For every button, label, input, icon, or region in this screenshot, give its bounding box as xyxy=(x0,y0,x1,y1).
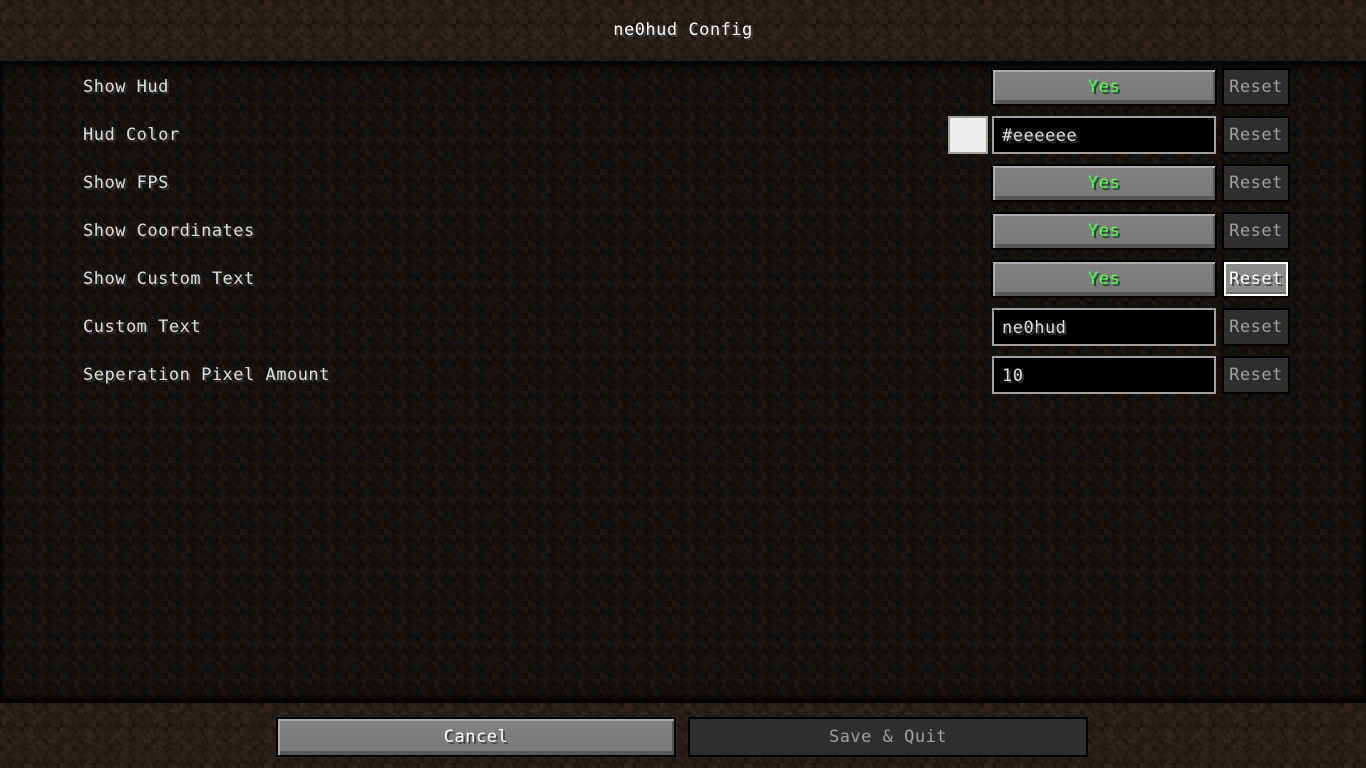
options-list[interactable]: Show Hud Yes Reset Hud Color #eeeeee Res… xyxy=(0,61,1366,703)
separation-pixel-amount-reset-button[interactable]: Reset xyxy=(1222,356,1290,394)
show-custom-text-toggle[interactable]: Yes xyxy=(991,260,1217,298)
option-row-separation-pixel-amount: Seperation Pixel Amount 10 Reset xyxy=(0,355,1366,395)
option-row-custom-text: Custom Text ne0hud Reset xyxy=(0,307,1366,347)
separation-pixel-amount-input[interactable]: 10 xyxy=(992,356,1216,394)
show-fps-reset-button[interactable]: Reset xyxy=(1222,164,1290,202)
option-label: Show Custom Text xyxy=(83,269,255,289)
show-custom-text-reset-button[interactable]: Reset xyxy=(1222,260,1290,298)
hud-color-reset-button[interactable]: Reset xyxy=(1222,116,1290,154)
option-label: Show FPS xyxy=(83,173,169,193)
option-label: Seperation Pixel Amount xyxy=(83,365,330,385)
show-fps-toggle[interactable]: Yes xyxy=(991,164,1217,202)
color-swatch xyxy=(948,116,988,154)
footer-bar: Cancel Save & Quit xyxy=(0,703,1366,768)
page-title: ne0hud Config xyxy=(613,20,753,40)
custom-text-reset-button[interactable]: Reset xyxy=(1222,308,1290,346)
header-bar: ne0hud Config xyxy=(0,0,1366,61)
option-row-show-hud: Show Hud Yes Reset xyxy=(0,67,1366,107)
show-hud-toggle[interactable]: Yes xyxy=(991,68,1217,106)
option-label: Hud Color xyxy=(83,125,180,145)
option-label: Show Hud xyxy=(83,77,169,97)
show-coordinates-reset-button[interactable]: Reset xyxy=(1222,212,1290,250)
show-coordinates-toggle[interactable]: Yes xyxy=(991,212,1217,250)
option-row-hud-color: Hud Color #eeeeee Reset xyxy=(0,115,1366,155)
save-and-quit-button[interactable]: Save & Quit xyxy=(688,717,1088,757)
show-hud-reset-button[interactable]: Reset xyxy=(1222,68,1290,106)
option-label: Show Coordinates xyxy=(83,221,255,241)
cancel-button[interactable]: Cancel xyxy=(276,717,676,757)
option-row-show-coordinates: Show Coordinates Yes Reset xyxy=(0,211,1366,251)
hud-color-input[interactable]: #eeeeee xyxy=(992,116,1216,154)
option-row-show-custom-text: Show Custom Text Yes Reset xyxy=(0,259,1366,299)
option-label: Custom Text xyxy=(83,317,202,337)
option-row-show-fps: Show FPS Yes Reset xyxy=(0,163,1366,203)
custom-text-input[interactable]: ne0hud xyxy=(992,308,1216,346)
